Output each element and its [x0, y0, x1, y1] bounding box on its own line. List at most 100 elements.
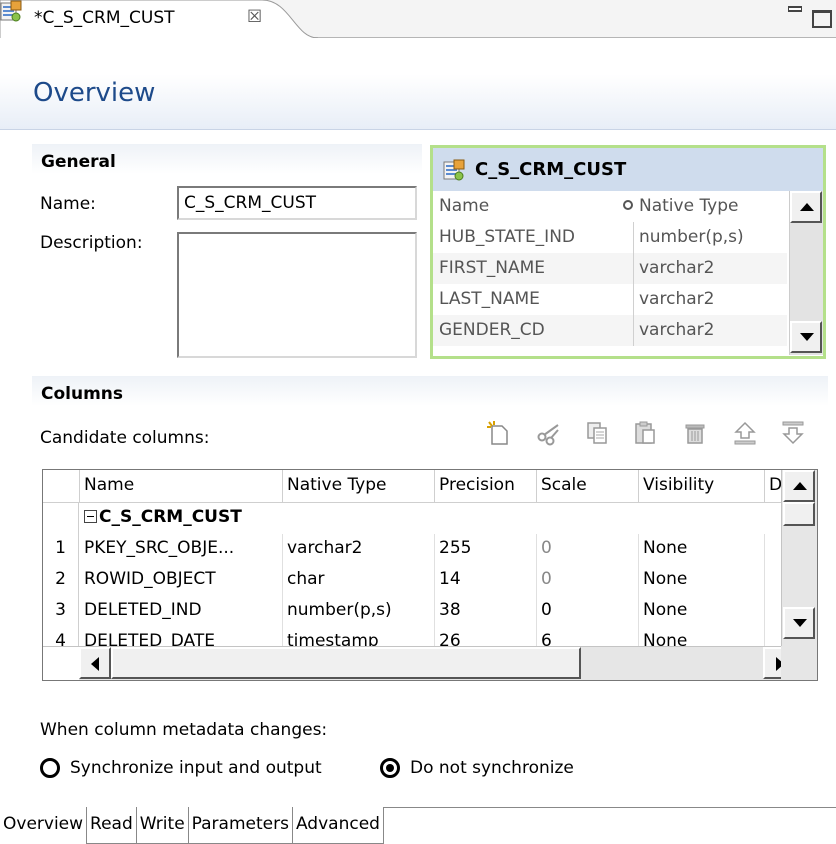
row-number: 3	[43, 596, 79, 627]
cell-name[interactable]: ROWID_OBJECT	[80, 565, 283, 596]
data-object-icon	[0, 0, 22, 22]
grid-header-native-type[interactable]: Native Type	[283, 470, 435, 503]
preview-cell: varchar2	[639, 258, 715, 278]
nosync-radio[interactable]	[380, 758, 400, 778]
cell-visibility[interactable]: None	[639, 565, 765, 596]
chevron-down-icon	[793, 619, 807, 627]
preview-row[interactable]: LAST_NAME varchar2	[433, 284, 787, 315]
bottom-tab-bar: Overview Read Write Parameters Advanced	[0, 807, 384, 844]
grid-corner	[43, 646, 79, 680]
grid-vertical-scrollbar[interactable]	[781, 470, 817, 646]
cell-scale[interactable]: 0	[537, 534, 639, 565]
divider	[633, 253, 634, 284]
group-label: C_S_CRM_CUST	[99, 507, 242, 527]
name-field[interactable]	[177, 186, 417, 220]
grid-header-scale[interactable]: Scale	[537, 470, 639, 503]
cell-scale[interactable]: 0	[537, 565, 639, 596]
chevron-down-icon	[800, 333, 814, 341]
grid-horizontal-scrollbar[interactable]	[79, 646, 795, 680]
move-down-icon[interactable]	[780, 420, 806, 446]
editor-tab-strip: *C_S_CRM_CUST ☒	[0, 0, 836, 38]
preview-header: C_S_CRM_CUST	[433, 148, 823, 191]
grid-header-description[interactable]: D	[765, 470, 782, 503]
cut-icon[interactable]	[536, 420, 562, 446]
sync-radio[interactable]	[40, 758, 60, 778]
preview-col-name[interactable]: Name	[439, 196, 489, 216]
minimize-icon[interactable]	[788, 3, 802, 21]
cell-scale[interactable]: 0	[537, 596, 639, 627]
scroll-thumb[interactable]	[111, 647, 581, 679]
scroll-thumb[interactable]	[783, 502, 815, 526]
cell-precision[interactable]: 14	[435, 565, 537, 596]
row-number	[43, 503, 79, 534]
editor-tab[interactable]: *C_S_CRM_CUST ☒	[0, 0, 318, 38]
columns-grid: Name Native Type Precision Scale Visibil…	[42, 469, 818, 681]
page-title: Overview	[33, 78, 156, 108]
cell-native-type[interactable]: varchar2	[283, 534, 435, 565]
cell-precision[interactable]: 38	[435, 596, 537, 627]
scroll-left-button[interactable]	[79, 647, 111, 679]
preview-cell: FIRST_NAME	[439, 258, 546, 278]
chevron-up-icon	[800, 203, 814, 211]
cell-name[interactable]: DELETED_IND	[80, 596, 283, 627]
preview-vertical-scrollbar[interactable]	[789, 191, 823, 355]
chevron-left-icon	[91, 657, 99, 671]
scroll-up-button[interactable]	[790, 191, 822, 223]
cell-visibility[interactable]: None	[639, 534, 765, 565]
scroll-up-button[interactable]	[783, 470, 815, 502]
tab-advanced[interactable]: Advanced	[292, 807, 384, 844]
name-label: Name:	[40, 194, 96, 214]
preview-cell: HUB_STATE_IND	[439, 227, 575, 247]
cell-native-type[interactable]: number(p,s)	[283, 596, 435, 627]
tab-read[interactable]: Read	[87, 807, 137, 844]
tab-overview[interactable]: Overview	[0, 807, 88, 844]
preview-cell: GENDER_CD	[439, 320, 545, 340]
preview-row[interactable]: FIRST_NAME varchar2	[433, 253, 787, 284]
preview-row[interactable]: HUB_STATE_IND number(p,s)	[433, 222, 787, 253]
tab-parameters[interactable]: Parameters	[188, 807, 293, 844]
grid-header-visibility[interactable]: Visibility	[639, 470, 765, 503]
row-number: 1	[43, 534, 79, 565]
new-column-icon[interactable]	[486, 420, 512, 446]
description-field[interactable]	[177, 232, 417, 358]
description-label: Description:	[40, 233, 143, 253]
move-up-icon[interactable]	[732, 420, 758, 446]
group-row[interactable]: C_S_CRM_CUST	[80, 503, 781, 534]
preview-header-row: Name Native Type	[433, 191, 787, 222]
cell-precision[interactable]: 255	[435, 534, 537, 565]
tab-write[interactable]: Write	[136, 807, 189, 844]
preview-cell: varchar2	[639, 289, 715, 309]
close-icon[interactable]: ☒	[247, 7, 262, 27]
scroll-down-button[interactable]	[783, 607, 815, 639]
preview-row[interactable]: GENDER_CD varchar2	[433, 315, 787, 346]
preview-cell: LAST_NAME	[439, 289, 540, 309]
grid-header-name[interactable]: Name	[80, 470, 283, 503]
grid-corner	[43, 470, 80, 503]
divider	[633, 222, 634, 253]
cell-native-type[interactable]: char	[283, 565, 435, 596]
delete-icon[interactable]	[682, 420, 708, 446]
sync-option-label[interactable]: Synchronize input and output	[70, 758, 322, 778]
preview-cell: number(p,s)	[639, 227, 744, 247]
scroll-down-button[interactable]	[790, 321, 822, 353]
datasource-preview: C_S_CRM_CUST Name Native Type HUB_STATE_…	[430, 145, 826, 359]
preview-title: C_S_CRM_CUST	[475, 159, 627, 180]
collapse-icon[interactable]	[84, 510, 97, 523]
nosync-option-label[interactable]: Do not synchronize	[410, 758, 574, 778]
paste-icon[interactable]	[632, 420, 658, 446]
editor-tab-title: *C_S_CRM_CUST	[34, 8, 175, 28]
scroll-track[interactable]	[790, 223, 822, 303]
maximize-icon[interactable]	[812, 10, 832, 28]
grid-header-precision[interactable]: Precision	[435, 470, 537, 503]
data-object-icon	[443, 159, 465, 181]
copy-icon[interactable]	[584, 420, 610, 446]
preview-col-native-type[interactable]: Native Type	[639, 196, 739, 216]
general-section-header: General	[32, 144, 422, 174]
preview-cell: varchar2	[639, 320, 715, 340]
columns-section-header: Columns	[32, 376, 828, 406]
cell-name[interactable]: PKEY_SRC_OBJE...	[80, 534, 283, 565]
row-number: 2	[43, 565, 79, 596]
scrollbar-corner	[781, 646, 817, 680]
divider	[633, 284, 634, 315]
cell-visibility[interactable]: None	[639, 596, 765, 627]
